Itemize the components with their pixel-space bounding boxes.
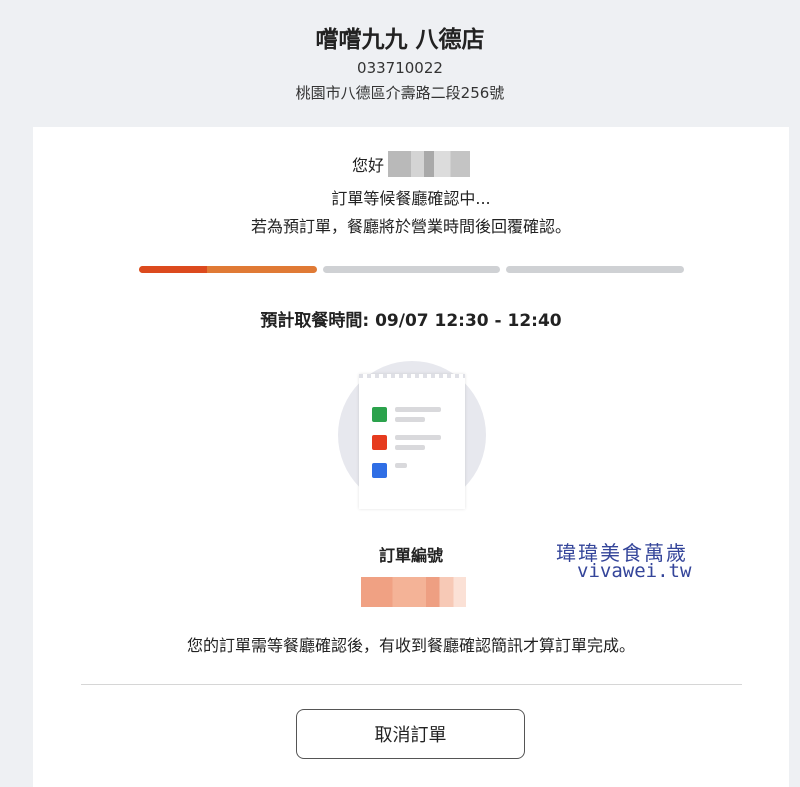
checklist-line (395, 445, 425, 450)
blue-checkbox-icon (372, 463, 387, 478)
greeting-text: 您好 (351, 156, 384, 175)
progress-step-2 (323, 266, 500, 273)
checklist-line (395, 435, 441, 440)
order-progress-bar (139, 266, 684, 274)
progress-step-1-fill (139, 266, 207, 273)
divider (81, 684, 742, 685)
status-message: 訂單等候餐廳確認中... (331, 189, 491, 208)
checklist-line (395, 463, 407, 468)
store-phone: 033710022 (357, 59, 443, 77)
order-number-redacted (361, 577, 466, 607)
store-address: 桃園市八德區介壽路二段256號 (295, 84, 505, 102)
customer-name-redacted (388, 151, 470, 177)
cancel-order-button[interactable]: 取消訂單 (296, 709, 525, 759)
order-checklist-illustration (338, 361, 486, 509)
receipt-perforation (359, 374, 465, 378)
order-status-card: 您好 訂單等候餐廳確認中... 若為預訂單，餐廳將於營業時間後回覆確認。 預計取… (33, 127, 789, 787)
green-checkbox-icon (372, 407, 387, 422)
progress-step-3 (506, 266, 684, 273)
pickup-time: 預計取餐時間: 09/07 12:30 - 12:40 (260, 311, 562, 331)
confirmation-notice: 您的訂單需等餐廳確認後，有收到餐廳確認簡訊才算訂單完成。 (186, 636, 635, 655)
store-name: 嚐嚐九九 八德店 (315, 27, 485, 53)
watermark-url: vivawei.tw (577, 560, 692, 582)
status-message-detail: 若為預訂單，餐廳將於營業時間後回覆確認。 (250, 217, 571, 236)
receipt-paper-icon (359, 374, 465, 509)
greeting: 您好 (33, 151, 789, 177)
red-checkbox-icon (372, 435, 387, 450)
checklist-line (395, 417, 425, 422)
checklist-line (395, 407, 441, 412)
progress-step-1 (139, 266, 317, 273)
